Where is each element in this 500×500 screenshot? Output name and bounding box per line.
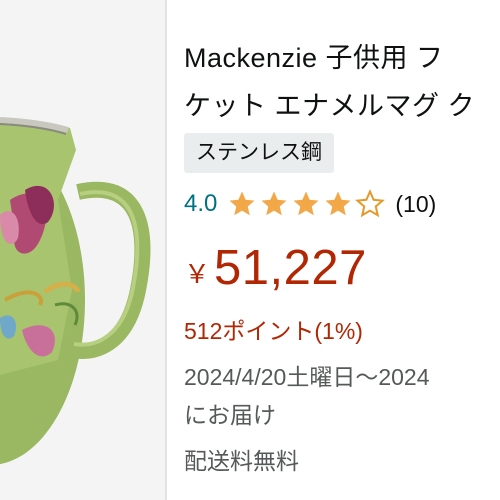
product-title-line-1[interactable]: Mackenzie 子供用 フ [184,36,444,75]
star-icon [229,191,255,216]
product-title-line-2[interactable]: ケット エナメルマグ ク [184,84,475,123]
delivery-suffix: にお届け [184,402,276,428]
product-image[interactable] [0,0,165,500]
delivery-date: 2024/4/20土曜日～2024 [184,364,430,390]
rating-value[interactable]: 4.0 [184,190,217,218]
shipping-info: 配送料無料 [184,448,299,474]
rating-count[interactable]: (10) [395,191,436,218]
star-outline-icon [355,189,386,218]
divider [165,0,167,500]
price-amount: 51,227 [214,241,367,295]
price: ￥ 51,227 [184,240,367,296]
price-currency-symbol: ￥ [184,259,211,289]
variant-chip[interactable]: ステンレス鋼 [184,133,334,173]
star-icon [293,191,319,216]
product-details: Mackenzie 子供用 フ ケット エナメルマグ ク ステンレス鋼 4.0 … [184,0,500,500]
points-text: 512ポイント(1%) [184,318,363,344]
rating-row[interactable]: 4.0 (10) [184,184,436,224]
star-icon [325,191,351,216]
star-rating[interactable] [227,189,387,219]
star-icon [261,191,287,216]
